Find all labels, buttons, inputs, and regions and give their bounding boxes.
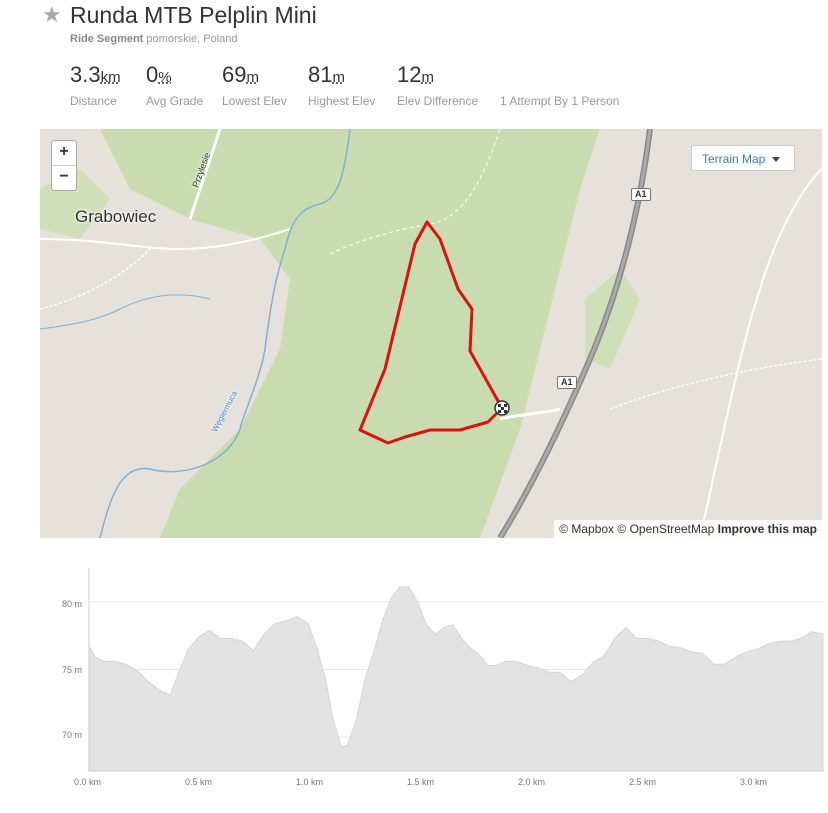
stat-label: Lowest Elev	[222, 94, 287, 108]
stat-label: Avg Grade	[146, 94, 204, 108]
y-tick-label: 80 m	[62, 599, 83, 609]
x-tick-label: 1.5 km	[407, 777, 435, 787]
stat-value: 69	[222, 62, 247, 87]
elevation-profile-chart[interactable]: 80 m 75 m 70 m 0.0 km 0.5 km 1.0 km 1.5 …	[40, 560, 828, 800]
stat-unit: km	[100, 69, 121, 86]
attribution-improve-link[interactable]: Improve this map	[718, 522, 817, 536]
stat-value: 0	[146, 62, 159, 87]
stat-label: Distance	[70, 94, 117, 108]
stat-unit: %	[158, 69, 172, 86]
stat-unit: m	[246, 69, 259, 86]
zoom-control: + −	[51, 140, 77, 191]
attribution-osm[interactable]: © OpenStreetMap	[617, 522, 714, 536]
segment-map[interactable]: + − Terrain Map Grabowiec Przylesie Węgi…	[40, 129, 822, 538]
stat-value: 3.3	[70, 62, 101, 87]
terrain-map-label: Terrain Map	[702, 152, 766, 166]
x-tick-label: 3.0 km	[740, 777, 768, 787]
stat-value: 81	[308, 62, 333, 87]
elevation-chart-svg	[88, 568, 824, 772]
terrain-map-dropdown[interactable]: Terrain Map	[691, 145, 795, 171]
place-label: Grabowiec	[75, 207, 157, 226]
y-tick-label: 75 m	[62, 665, 83, 675]
y-tick-label: 70 m	[62, 730, 83, 740]
zoom-in-button[interactable]: +	[52, 141, 76, 165]
highway-shield: A1	[631, 188, 651, 201]
x-tick-label: 1.0 km	[296, 777, 324, 787]
segment-header: ★ Runda MTB Pelplin Mini Ride Segment po…	[0, 0, 828, 128]
x-tick-label: 0.0 km	[74, 777, 102, 787]
segment-title: Runda MTB Pelplin Mini	[70, 2, 317, 28]
stat-unit: m	[421, 69, 434, 86]
star-icon[interactable]: ★	[42, 2, 62, 28]
stat-lowest-elev: 69m Lowest Elev	[222, 62, 287, 108]
river	[40, 294, 211, 330]
stat-value: 12	[397, 62, 422, 87]
x-tick-label: 2.5 km	[629, 777, 657, 787]
map-attribution: © Mapbox © OpenStreetMap Improve this ma…	[554, 520, 822, 538]
stat-distance: 3.3km Distance	[70, 62, 121, 108]
road	[699, 168, 822, 538]
road	[609, 358, 822, 410]
stat-avg-grade: 0% Avg Grade	[146, 62, 203, 108]
stat-elev-difference: 12m Elev Difference	[397, 62, 478, 108]
caret-down-icon	[772, 157, 780, 162]
elevation-area[interactable]	[88, 586, 824, 772]
attempts-count[interactable]: 1 Attempt By 1 Person	[500, 94, 619, 108]
segment-subtitle: Ride Segment pomorskie, Poland	[70, 33, 238, 45]
segment-type: Ride Segment	[70, 33, 144, 45]
x-tick-label: 0.5 km	[185, 777, 213, 787]
zoom-out-button[interactable]: −	[52, 165, 76, 190]
road	[40, 248, 151, 310]
stat-label: Elev Difference	[397, 94, 479, 108]
stat-unit: m	[332, 69, 345, 86]
forest-area	[100, 129, 600, 538]
segment-location: pomorskie, Poland	[146, 33, 238, 45]
map-canvas[interactable]	[40, 129, 822, 538]
stat-highest-elev: 81m Highest Elev	[308, 62, 375, 108]
highway-shield: A1	[557, 376, 577, 389]
x-tick-label: 2.0 km	[518, 777, 546, 787]
stat-label: Highest Elev	[308, 94, 376, 108]
attribution-mapbox[interactable]: © Mapbox	[559, 522, 614, 536]
